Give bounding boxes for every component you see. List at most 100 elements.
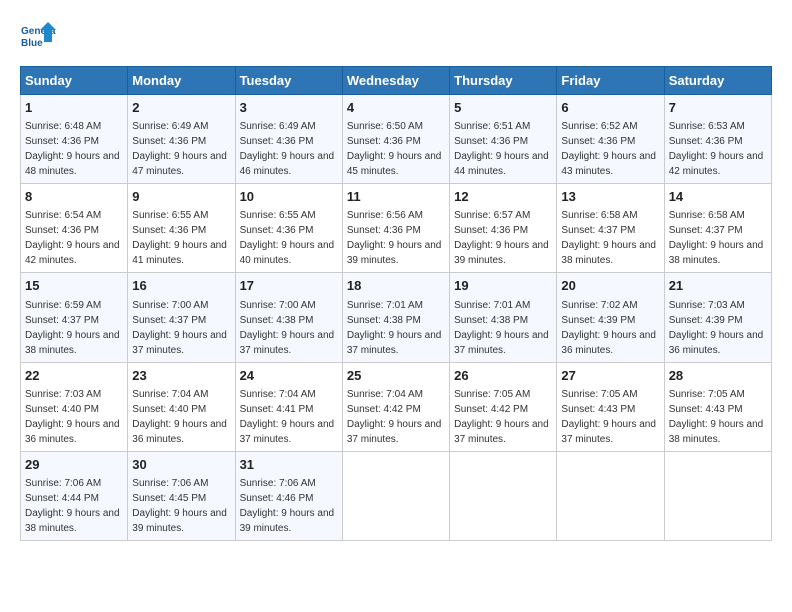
calendar-cell: 11 Sunrise: 6:56 AMSunset: 4:36 PMDayligh… <box>342 184 449 273</box>
day-number: 28 <box>669 367 767 385</box>
calendar-cell <box>450 451 557 540</box>
calendar-cell: 24 Sunrise: 7:04 AMSunset: 4:41 PMDayligh… <box>235 362 342 451</box>
page-header: General Blue <box>20 20 772 56</box>
calendar-cell: 21 Sunrise: 7:03 AMSunset: 4:39 PMDayligh… <box>664 273 771 362</box>
day-number: 13 <box>561 188 659 206</box>
logo: General Blue <box>20 20 56 56</box>
day-number: 8 <box>25 188 123 206</box>
calendar-cell <box>557 451 664 540</box>
header-day-tuesday: Tuesday <box>235 67 342 95</box>
cell-content: Sunrise: 6:58 AMSunset: 4:37 PMDaylight:… <box>561 210 656 266</box>
calendar-cell: 3 Sunrise: 6:49 AMSunset: 4:36 PMDaylight… <box>235 95 342 184</box>
calendar-cell: 12 Sunrise: 6:57 AMSunset: 4:36 PMDayligh… <box>450 184 557 273</box>
cell-content: Sunrise: 7:00 AMSunset: 4:37 PMDaylight:… <box>132 300 227 356</box>
day-number: 4 <box>347 99 445 117</box>
cell-content: Sunrise: 6:56 AMSunset: 4:36 PMDaylight:… <box>347 210 442 266</box>
day-number: 14 <box>669 188 767 206</box>
cell-content: Sunrise: 6:54 AMSunset: 4:36 PMDaylight:… <box>25 210 120 266</box>
calendar-cell <box>664 451 771 540</box>
day-number: 24 <box>240 367 338 385</box>
cell-content: Sunrise: 6:55 AMSunset: 4:36 PMDaylight:… <box>240 210 335 266</box>
calendar-header: SundayMondayTuesdayWednesdayThursdayFrid… <box>21 67 772 95</box>
day-number: 26 <box>454 367 552 385</box>
calendar-cell: 27Sunrise: 7:05 AMSunset: 4:43 PMDayligh… <box>557 362 664 451</box>
header-day-thursday: Thursday <box>450 67 557 95</box>
cell-content: Sunrise: 6:55 AMSunset: 4:36 PMDaylight:… <box>132 210 227 266</box>
calendar-cell: 16 Sunrise: 7:00 AMSunset: 4:37 PMDayligh… <box>128 273 235 362</box>
cell-content: Sunrise: 6:49 AMSunset: 4:36 PMDaylight:… <box>132 121 227 177</box>
day-number: 16 <box>132 277 230 295</box>
day-number: 17 <box>240 277 338 295</box>
day-number: 5 <box>454 99 552 117</box>
calendar-week-1: 1 Sunrise: 6:48 AMSunset: 4:36 PMDaylight… <box>21 95 772 184</box>
cell-content: Sunrise: 7:04 AMSunset: 4:40 PMDaylight:… <box>132 389 227 445</box>
cell-content: Sunrise: 7:05 AMSunset: 4:43 PMDaylight:… <box>561 389 656 445</box>
calendar-cell: 7 Sunrise: 6:53 AMSunset: 4:36 PMDaylight… <box>664 95 771 184</box>
calendar-cell: 29 Sunrise: 7:06 AMSunset: 4:44 PMDayligh… <box>21 451 128 540</box>
cell-content: Sunrise: 6:58 AMSunset: 4:37 PMDaylight:… <box>669 210 764 266</box>
day-number: 7 <box>669 99 767 117</box>
calendar-cell <box>342 451 449 540</box>
day-number: 29 <box>25 456 123 474</box>
svg-text:Blue: Blue <box>21 38 43 49</box>
day-number: 19 <box>454 277 552 295</box>
calendar-cell: 30 Sunrise: 7:06 AMSunset: 4:45 PMDayligh… <box>128 451 235 540</box>
cell-content: Sunrise: 7:01 AMSunset: 4:38 PMDaylight:… <box>347 300 442 356</box>
day-number: 18 <box>347 277 445 295</box>
calendar-cell: 15 Sunrise: 6:59 AMSunset: 4:37 PMDayligh… <box>21 273 128 362</box>
calendar-cell: 1 Sunrise: 6:48 AMSunset: 4:36 PMDaylight… <box>21 95 128 184</box>
cell-content: Sunrise: 7:06 AMSunset: 4:45 PMDaylight:… <box>132 478 227 534</box>
cell-content: Sunrise: 6:51 AMSunset: 4:36 PMDaylight:… <box>454 121 549 177</box>
day-number: 3 <box>240 99 338 117</box>
day-number: 21 <box>669 277 767 295</box>
day-number: 12 <box>454 188 552 206</box>
calendar-cell: 18 Sunrise: 7:01 AMSunset: 4:38 PMDayligh… <box>342 273 449 362</box>
day-number: 30 <box>132 456 230 474</box>
cell-content: Sunrise: 7:05 AMSunset: 4:43 PMDaylight:… <box>669 389 764 445</box>
calendar-cell: 9 Sunrise: 6:55 AMSunset: 4:36 PMDaylight… <box>128 184 235 273</box>
calendar-cell: 19 Sunrise: 7:01 AMSunset: 4:38 PMDayligh… <box>450 273 557 362</box>
day-number: 23 <box>132 367 230 385</box>
header-row: SundayMondayTuesdayWednesdayThursdayFrid… <box>21 67 772 95</box>
cell-content: Sunrise: 7:06 AMSunset: 4:44 PMDaylight:… <box>25 478 120 534</box>
cell-content: Sunrise: 7:03 AMSunset: 4:39 PMDaylight:… <box>669 300 764 356</box>
cell-content: Sunrise: 6:57 AMSunset: 4:36 PMDaylight:… <box>454 210 549 266</box>
cell-content: Sunrise: 6:53 AMSunset: 4:36 PMDaylight:… <box>669 121 764 177</box>
header-day-sunday: Sunday <box>21 67 128 95</box>
day-number: 9 <box>132 188 230 206</box>
cell-content: Sunrise: 7:03 AMSunset: 4:40 PMDaylight:… <box>25 389 120 445</box>
day-number: 10 <box>240 188 338 206</box>
cell-content: Sunrise: 6:49 AMSunset: 4:36 PMDaylight:… <box>240 121 335 177</box>
calendar-cell: 22 Sunrise: 7:03 AMSunset: 4:40 PMDayligh… <box>21 362 128 451</box>
header-day-saturday: Saturday <box>664 67 771 95</box>
calendar-week-4: 22 Sunrise: 7:03 AMSunset: 4:40 PMDayligh… <box>21 362 772 451</box>
day-number: 20 <box>561 277 659 295</box>
cell-content: Sunrise: 7:06 AMSunset: 4:46 PMDaylight:… <box>240 478 335 534</box>
day-number: 31 <box>240 456 338 474</box>
cell-content: Sunrise: 7:01 AMSunset: 4:38 PMDaylight:… <box>454 300 549 356</box>
cell-content: Sunrise: 7:00 AMSunset: 4:38 PMDaylight:… <box>240 300 335 356</box>
calendar-cell: 26Sunrise: 7:05 AMSunset: 4:42 PMDayligh… <box>450 362 557 451</box>
calendar-cell: 10 Sunrise: 6:55 AMSunset: 4:36 PMDayligh… <box>235 184 342 273</box>
day-number: 15 <box>25 277 123 295</box>
cell-content: Sunrise: 6:48 AMSunset: 4:36 PMDaylight:… <box>25 121 120 177</box>
day-number: 11 <box>347 188 445 206</box>
cell-content: Sunrise: 7:02 AMSunset: 4:39 PMDaylight:… <box>561 300 656 356</box>
calendar-cell: 25Sunrise: 7:04 AMSunset: 4:42 PMDayligh… <box>342 362 449 451</box>
day-number: 2 <box>132 99 230 117</box>
calendar-table: SundayMondayTuesdayWednesdayThursdayFrid… <box>20 66 772 541</box>
calendar-cell: 28 Sunrise: 7:05 AMSunset: 4:43 PMDayligh… <box>664 362 771 451</box>
day-number: 1 <box>25 99 123 117</box>
calendar-cell: 2 Sunrise: 6:49 AMSunset: 4:36 PMDaylight… <box>128 95 235 184</box>
calendar-cell: 4 Sunrise: 6:50 AMSunset: 4:36 PMDaylight… <box>342 95 449 184</box>
calendar-cell: 17 Sunrise: 7:00 AMSunset: 4:38 PMDayligh… <box>235 273 342 362</box>
cell-content: Sunrise: 6:50 AMSunset: 4:36 PMDaylight:… <box>347 121 442 177</box>
day-number: 22 <box>25 367 123 385</box>
calendar-week-3: 15 Sunrise: 6:59 AMSunset: 4:37 PMDayligh… <box>21 273 772 362</box>
day-number: 6 <box>561 99 659 117</box>
cell-content: Sunrise: 7:04 AMSunset: 4:41 PMDaylight:… <box>240 389 335 445</box>
calendar-cell: 23 Sunrise: 7:04 AMSunset: 4:40 PMDayligh… <box>128 362 235 451</box>
cell-content: Sunrise: 6:59 AMSunset: 4:37 PMDaylight:… <box>25 300 120 356</box>
calendar-cell: 13 Sunrise: 6:58 AMSunset: 4:37 PMDayligh… <box>557 184 664 273</box>
calendar-cell: 31 Sunrise: 7:06 AMSunset: 4:46 PMDayligh… <box>235 451 342 540</box>
